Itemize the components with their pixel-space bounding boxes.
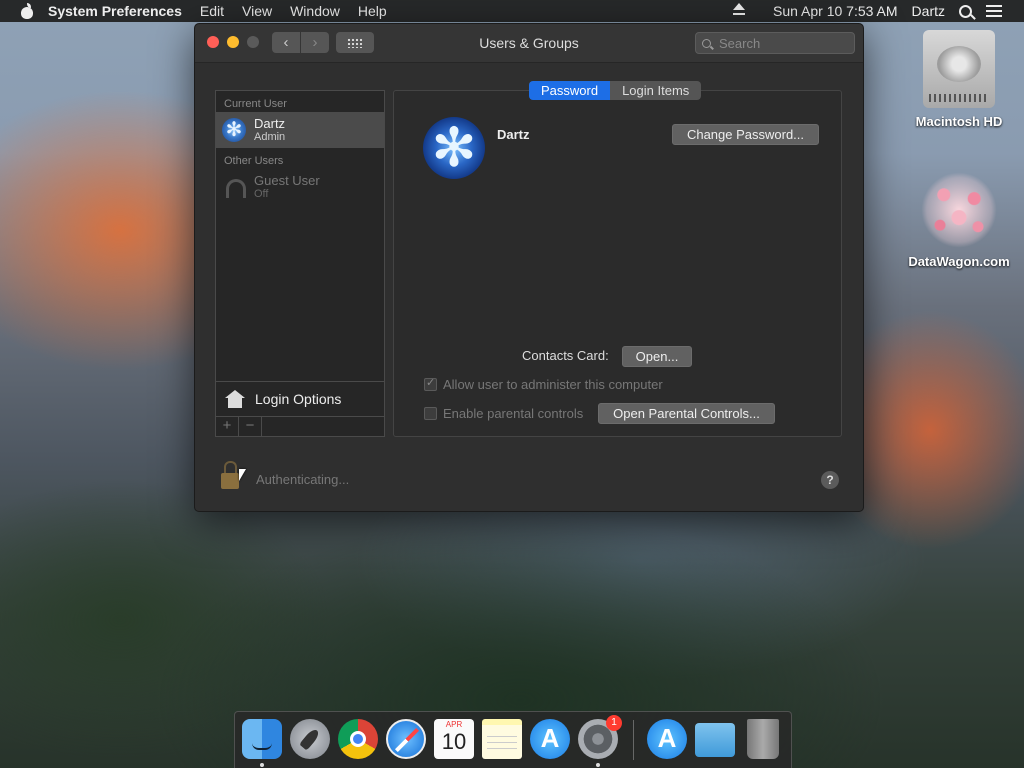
remove-user-button[interactable]: − xyxy=(239,417,262,436)
lock-icon[interactable] xyxy=(221,461,239,489)
authenticating-status: Authenticating... xyxy=(256,472,350,487)
snowflake-avatar-icon xyxy=(222,118,246,142)
allow-admin-row: Allow user to administer this computer xyxy=(424,376,663,392)
app-store-icon[interactable] xyxy=(530,719,570,759)
login-options-item[interactable]: Login Options xyxy=(216,381,384,416)
menu-help[interactable]: Help xyxy=(358,3,387,19)
mouse-cursor-icon xyxy=(239,469,246,481)
search-field[interactable] xyxy=(695,32,855,54)
notification-center-icon[interactable] xyxy=(986,5,1002,17)
user-picture[interactable] xyxy=(423,117,485,179)
login-options-label: Login Options xyxy=(255,391,342,407)
allow-admin-checkbox[interactable] xyxy=(424,376,437,391)
finder-icon[interactable] xyxy=(242,719,282,759)
allow-admin-label: Allow user to administer this computer xyxy=(443,377,663,392)
menu-view[interactable]: View xyxy=(242,3,272,19)
user-status: Off xyxy=(254,187,269,200)
selected-user-name: Dartz xyxy=(497,127,530,142)
launchpad-icon[interactable] xyxy=(290,719,330,759)
tab-login-items[interactable]: Login Items xyxy=(610,81,702,100)
hard-drive-icon xyxy=(923,30,995,108)
help-button[interactable]: ? xyxy=(821,471,839,489)
title-bar[interactable]: ‹ › Users & Groups xyxy=(195,24,863,63)
spotlight-icon[interactable] xyxy=(959,4,972,18)
add-remove-bar: + − xyxy=(216,416,384,436)
desktop-icon-label: Macintosh HD xyxy=(915,114,1003,129)
user-row-dartz[interactable]: Dartz Admin xyxy=(216,112,384,148)
eject-icon[interactable] xyxy=(733,3,746,17)
apple-menu-icon[interactable] xyxy=(20,3,34,19)
menu-bar: System Preferences Edit View Window Help… xyxy=(0,0,1024,22)
desktop-icon-label: DataWagon.com xyxy=(908,254,1010,269)
current-user-header: Current User xyxy=(224,98,287,110)
menubar-clock[interactable]: Sun Apr 10 7:53 AM xyxy=(773,3,898,19)
dock-separator xyxy=(633,720,634,760)
tab-password[interactable]: Password xyxy=(529,81,611,100)
user-row-guest[interactable]: Guest User Off xyxy=(216,169,384,205)
open-parental-controls-button[interactable]: Open Parental Controls... xyxy=(598,403,775,424)
parental-controls-row: Enable parental controls xyxy=(424,406,583,421)
users-groups-window: ‹ › Users & Groups Current User Dartz Ad… xyxy=(194,23,864,512)
open-contacts-button[interactable]: Open... xyxy=(622,346,692,367)
calendar-month: APR xyxy=(445,720,463,729)
running-indicator xyxy=(260,763,264,767)
desktop-icon-datawagon[interactable]: DataWagon.com xyxy=(904,172,1014,269)
menu-window[interactable]: Window xyxy=(290,3,340,19)
safari-icon[interactable] xyxy=(386,719,426,759)
tab-bar: Password Login Items xyxy=(529,81,702,100)
house-icon xyxy=(225,390,245,408)
add-user-button[interactable]: + xyxy=(216,417,239,436)
app-store-download-icon[interactable] xyxy=(647,719,687,759)
menubar-user[interactable]: Dartz xyxy=(912,3,945,19)
running-indicator xyxy=(596,763,600,767)
menu-app-name[interactable]: System Preferences xyxy=(48,3,182,19)
parental-controls-label: Enable parental controls xyxy=(443,406,584,421)
guest-user-icon xyxy=(222,175,246,199)
other-users-header: Other Users xyxy=(224,155,284,167)
desktop-icon-macintosh-hd[interactable]: Macintosh HD xyxy=(904,30,1014,129)
contacts-card-label: Contacts Card: xyxy=(522,348,609,363)
user-role: Admin xyxy=(254,130,286,143)
calendar-day: 10 xyxy=(441,729,467,754)
parental-controls-checkbox[interactable] xyxy=(424,407,437,420)
search-icon xyxy=(702,38,711,48)
chrome-icon[interactable] xyxy=(338,719,378,759)
calendar-icon[interactable]: APR 10 xyxy=(434,719,474,759)
trash-icon[interactable] xyxy=(747,719,779,759)
users-sidebar: Current User Dartz Admin Other Users Gue… xyxy=(215,90,385,437)
change-password-button[interactable]: Change Password... xyxy=(672,124,819,145)
menu-edit[interactable]: Edit xyxy=(200,3,224,19)
downloads-folder-icon[interactable] xyxy=(695,723,735,757)
datawagon-icon xyxy=(921,172,997,248)
user-name: Guest User xyxy=(254,172,320,188)
user-name: Dartz xyxy=(254,115,286,131)
search-input[interactable] xyxy=(717,34,851,52)
notification-badge: 1 xyxy=(606,715,622,731)
dock: APR 10 1 xyxy=(234,711,792,768)
notes-icon[interactable] xyxy=(482,719,522,759)
